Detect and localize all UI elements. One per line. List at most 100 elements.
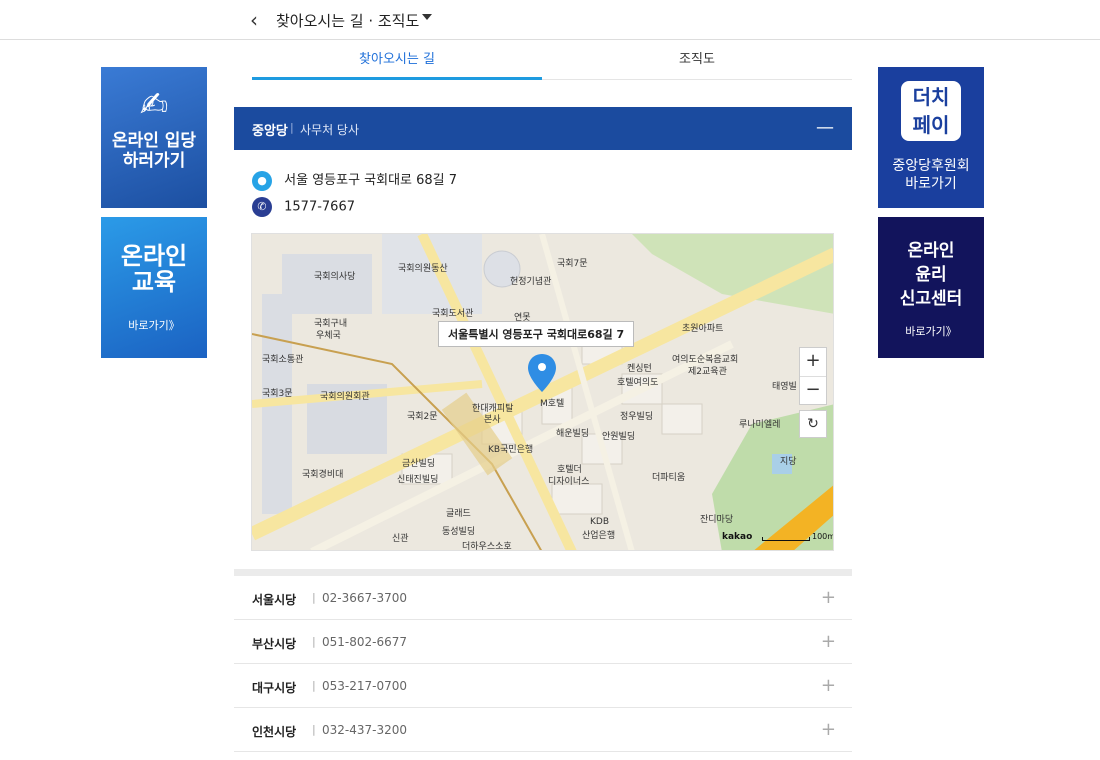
scale-label: 100m xyxy=(812,532,834,541)
office-name: 중앙당 xyxy=(252,124,288,139)
map-label: 디자이너스 xyxy=(548,477,590,487)
banner-line: 중앙당후원회 xyxy=(892,158,970,174)
zoom-out-button[interactable]: − xyxy=(800,376,826,404)
map-label: KB국민은행 xyxy=(488,445,534,455)
map-label: 동성빌딩 xyxy=(442,527,476,537)
expand-icon[interactable]: + xyxy=(821,719,836,740)
tab-organization[interactable]: 조직도 xyxy=(552,44,842,80)
expand-icon[interactable]: + xyxy=(821,631,836,652)
branch-phone: 02-3667-3700 xyxy=(322,591,408,605)
map-label: 제2교육관 xyxy=(688,367,727,377)
branch-phone: 032-437-3200 xyxy=(322,723,408,737)
map-label: 국회도서관 xyxy=(432,309,474,319)
collapse-icon[interactable]: — xyxy=(816,117,834,138)
branch-name: 부산시당 xyxy=(252,637,297,651)
map-label: 국회소통관 xyxy=(262,355,304,365)
map-address-tooltip: 서울특별시 영등포구 국회대로68길 7 xyxy=(438,321,635,347)
map-label: 국회의원동산 xyxy=(398,264,448,274)
branch-name: 서울시당 xyxy=(252,593,297,607)
map-label: 금산빌딩 xyxy=(402,459,436,469)
location-pin-icon: ● xyxy=(252,170,272,191)
back-icon[interactable]: ‹ xyxy=(250,8,258,32)
phone-text: 1577-7667 xyxy=(284,199,355,215)
branch-phone: 051-802-6677 xyxy=(322,635,408,649)
ethics-report-banner[interactable]: 온라인 윤리 신고센터 바로가기》 xyxy=(878,217,984,358)
scale-bar xyxy=(762,537,810,541)
map-label: 국회3문 xyxy=(262,389,293,399)
map-label: 국회2문 xyxy=(407,412,438,422)
banner-line: 윤리 xyxy=(915,265,947,285)
chevron-down-icon[interactable] xyxy=(422,14,432,20)
office-accordion-header[interactable]: 중앙당 | 사무처 당사 — xyxy=(234,107,852,150)
separator: | xyxy=(312,679,316,692)
map-view[interactable]: 국회의사당 국회의원동산 국회7문 헌정기념관 국회도서관 국회구내 우체국 연… xyxy=(251,233,834,551)
tab-directions[interactable]: 찾아오시는 길 xyxy=(252,44,542,80)
branch-row-incheon[interactable]: 인천시당 | 032-437-3200 + xyxy=(234,708,852,752)
kakao-logo: kakao xyxy=(722,532,753,542)
address-row: ● 서울 영등포구 국회대로 68길 7 xyxy=(252,169,457,191)
map-label: 신관 xyxy=(392,534,409,544)
address-text: 서울 영등포구 국회대로 68길 7 xyxy=(284,173,458,188)
branch-row-daegu[interactable]: 대구시당 | 053-217-0700 + xyxy=(234,664,852,708)
map-label: 호텔여의도 xyxy=(617,378,659,388)
banner-line: 온라인 xyxy=(120,242,188,270)
banner-line: 교육 xyxy=(131,268,177,296)
top-bar: ‹ 찾아오시는 길 · 조직도 xyxy=(0,0,1100,40)
branch-phone: 053-217-0700 xyxy=(322,679,408,693)
separator: | xyxy=(312,635,316,648)
online-education-banner[interactable]: 온라인 교육 바로가기》 xyxy=(101,217,207,358)
map-label: 지당 xyxy=(780,457,797,467)
page-title[interactable]: 찾아오시는 길 · 조직도 xyxy=(276,10,419,31)
expand-icon[interactable]: + xyxy=(821,587,836,608)
map-label: M호텔 xyxy=(540,399,565,409)
refresh-icon[interactable]: ↻ xyxy=(799,410,827,438)
branch-row-seoul[interactable]: 서울시당 | 02-3667-3700 + xyxy=(234,576,852,620)
map-label: 켄싱턴 xyxy=(627,364,652,374)
map-label: 국회7문 xyxy=(557,259,588,269)
banner-line: 온라인 입당 xyxy=(111,131,197,151)
banner-link: 바로가기》 xyxy=(905,325,957,338)
map-label: 잔디마당 xyxy=(700,515,734,525)
map-label: 헌정기념관 xyxy=(510,277,552,287)
dutch-pay-banner[interactable]: 더치 페이 중앙당후원회 바로가기 xyxy=(878,67,984,208)
dutch-pay-logo: 더치 페이 xyxy=(901,81,961,141)
map-label: 국회경비대 xyxy=(302,470,344,480)
banner-line: 바로가기 xyxy=(905,176,957,192)
branch-row-busan[interactable]: 부산시당 | 051-802-6677 + xyxy=(234,620,852,664)
expand-icon[interactable]: + xyxy=(821,675,836,696)
map-label: 루나미엘레 xyxy=(739,420,781,430)
map-label: 태영빌 xyxy=(772,382,797,392)
banner-link: 바로가기》 xyxy=(128,319,180,332)
branch-name: 대구시당 xyxy=(252,681,297,695)
office-subtitle: 사무처 당사 xyxy=(300,123,360,137)
logo-text: 페이 xyxy=(912,113,950,137)
zoom-control: + − xyxy=(799,347,827,405)
phone-icon: ✆ xyxy=(252,197,272,217)
separator: | xyxy=(290,121,294,134)
list-divider xyxy=(234,569,852,576)
map-label: 더파티움 xyxy=(652,473,686,483)
map-label: 안원빌딩 xyxy=(602,432,636,442)
map-label: 해운빌딩 xyxy=(556,429,590,439)
phone-row: ✆ 1577-7667 xyxy=(252,197,355,219)
map-label: 산업은행 xyxy=(582,531,616,541)
map-label: 글래드 xyxy=(446,509,471,519)
logo-text: 더치 xyxy=(912,85,950,109)
map-label: 국회의원회관 xyxy=(320,392,370,402)
banner-line: 신고센터 xyxy=(899,289,963,309)
banner-line: 온라인 xyxy=(907,241,955,261)
map-label: KDB xyxy=(590,517,610,527)
zoom-in-button[interactable]: + xyxy=(800,348,826,376)
map-label: 더하우스소호 xyxy=(462,542,512,551)
map-label: 국회의사당 xyxy=(314,272,356,282)
separator: | xyxy=(312,591,316,604)
map-label: 정우빌딩 xyxy=(620,412,654,422)
banner-line: 하러가기 xyxy=(122,151,186,171)
form-hand-icon: ✍ xyxy=(139,85,169,125)
map-label: 우체국 xyxy=(316,331,341,341)
map-label: 신태진빌딩 xyxy=(397,475,439,485)
branch-name: 인천시당 xyxy=(252,725,297,739)
map-label: 초원아파트 xyxy=(682,324,724,334)
map-label: 본사 xyxy=(484,415,501,425)
online-join-banner[interactable]: ✍ 온라인 입당 하러가기 xyxy=(101,67,207,208)
